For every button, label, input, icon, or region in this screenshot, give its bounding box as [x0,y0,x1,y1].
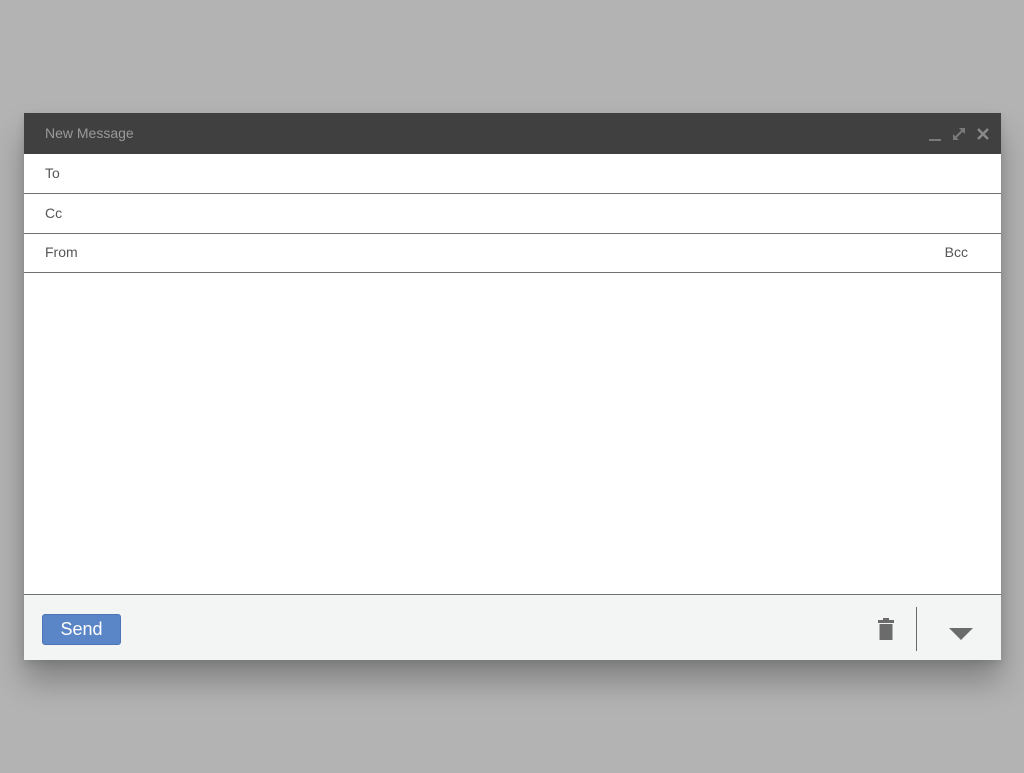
trash-icon[interactable] [877,618,895,640]
footer-divider [916,607,917,651]
cc-label: Cc [45,205,63,221]
compose-title: New Message [45,125,134,141]
message-body[interactable] [24,273,1001,593]
expand-icon[interactable] [951,126,967,142]
from-field: From Bcc [24,233,1001,273]
send-button[interactable]: Send [42,614,121,645]
to-field: To [24,154,1001,194]
to-label: To [45,165,60,181]
compose-window: New Message To Cc From Bcc Send [24,113,1001,660]
minimize-icon[interactable] [927,126,943,142]
cc-field: Cc [24,194,1001,234]
to-input[interactable] [104,158,928,190]
caret-down-icon[interactable] [947,626,975,642]
close-icon[interactable] [975,126,991,142]
cc-input[interactable] [104,198,928,230]
from-input[interactable] [104,237,888,269]
window-controls [927,124,991,144]
compose-footer: Send [24,594,1001,660]
compose-titlebar: New Message [24,113,1001,154]
bcc-link[interactable]: Bcc [945,244,968,260]
from-label: From [45,244,78,260]
